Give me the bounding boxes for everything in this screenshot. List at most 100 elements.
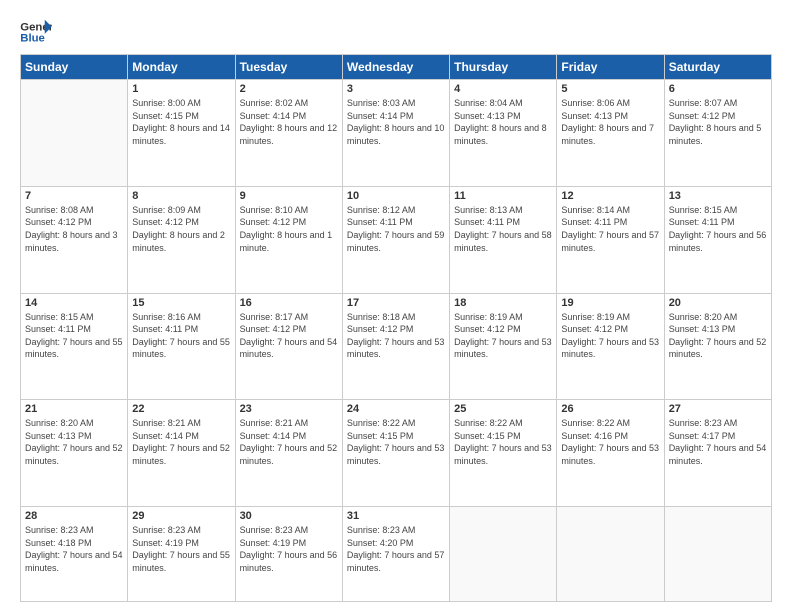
day-info: Sunrise: 8:17 AMSunset: 4:12 PMDaylight:… — [240, 311, 338, 361]
day-number: 9 — [240, 190, 338, 202]
day-number: 18 — [454, 297, 552, 309]
day-number: 22 — [132, 403, 230, 415]
day-number: 16 — [240, 297, 338, 309]
day-info: Sunrise: 8:15 AMSunset: 4:11 PMDaylight:… — [25, 311, 123, 361]
svg-text:Blue: Blue — [20, 33, 45, 45]
day-info: Sunrise: 8:23 AMSunset: 4:20 PMDaylight:… — [347, 524, 445, 574]
day-info: Sunrise: 8:08 AMSunset: 4:12 PMDaylight:… — [25, 204, 123, 254]
weekday-header-wednesday: Wednesday — [342, 55, 449, 80]
logo-icon: General Blue — [20, 18, 52, 46]
day-number: 6 — [669, 83, 767, 95]
day-cell: 31 Sunrise: 8:23 AMSunset: 4:20 PMDayligh… — [342, 507, 449, 602]
day-number: 28 — [25, 510, 123, 522]
day-cell: 11 Sunrise: 8:13 AMSunset: 4:11 PMDayligh… — [450, 186, 557, 293]
day-info: Sunrise: 8:03 AMSunset: 4:14 PMDaylight:… — [347, 97, 445, 147]
week-row-3: 21 Sunrise: 8:20 AMSunset: 4:13 PMDayligh… — [21, 400, 772, 507]
day-info: Sunrise: 8:23 AMSunset: 4:18 PMDaylight:… — [25, 524, 123, 574]
day-number: 13 — [669, 190, 767, 202]
day-number: 11 — [454, 190, 552, 202]
day-cell: 29 Sunrise: 8:23 AMSunset: 4:19 PMDayligh… — [128, 507, 235, 602]
weekday-header-saturday: Saturday — [664, 55, 771, 80]
day-number: 14 — [25, 297, 123, 309]
day-number: 29 — [132, 510, 230, 522]
day-info: Sunrise: 8:19 AMSunset: 4:12 PMDaylight:… — [561, 311, 659, 361]
day-info: Sunrise: 8:20 AMSunset: 4:13 PMDaylight:… — [669, 311, 767, 361]
day-info: Sunrise: 8:06 AMSunset: 4:13 PMDaylight:… — [561, 97, 659, 147]
day-number: 19 — [561, 297, 659, 309]
day-info: Sunrise: 8:10 AMSunset: 4:12 PMDaylight:… — [240, 204, 338, 254]
day-number: 17 — [347, 297, 445, 309]
day-info: Sunrise: 8:02 AMSunset: 4:14 PMDaylight:… — [240, 97, 338, 147]
day-info: Sunrise: 8:13 AMSunset: 4:11 PMDaylight:… — [454, 204, 552, 254]
day-number: 23 — [240, 403, 338, 415]
day-number: 30 — [240, 510, 338, 522]
day-info: Sunrise: 8:18 AMSunset: 4:12 PMDaylight:… — [347, 311, 445, 361]
day-info: Sunrise: 8:21 AMSunset: 4:14 PMDaylight:… — [240, 417, 338, 467]
weekday-header-row: SundayMondayTuesdayWednesdayThursdayFrid… — [21, 55, 772, 80]
day-cell: 20 Sunrise: 8:20 AMSunset: 4:13 PMDayligh… — [664, 293, 771, 400]
day-number: 25 — [454, 403, 552, 415]
day-number: 20 — [669, 297, 767, 309]
day-cell: 26Sunrise: 8:22 AMSunset: 4:16 PMDayligh… — [557, 400, 664, 507]
calendar: SundayMondayTuesdayWednesdayThursdayFrid… — [20, 54, 772, 602]
day-number: 8 — [132, 190, 230, 202]
day-cell: 22 Sunrise: 8:21 AMSunset: 4:14 PMDayligh… — [128, 400, 235, 507]
day-number: 5 — [561, 83, 659, 95]
day-cell — [664, 507, 771, 602]
week-row-4: 28 Sunrise: 8:23 AMSunset: 4:18 PMDayligh… — [21, 507, 772, 602]
day-cell — [21, 80, 128, 187]
weekday-header-sunday: Sunday — [21, 55, 128, 80]
day-info: Sunrise: 8:07 AMSunset: 4:12 PMDaylight:… — [669, 97, 767, 147]
day-number: 4 — [454, 83, 552, 95]
day-number: 31 — [347, 510, 445, 522]
day-info: Sunrise: 8:23 AMSunset: 4:17 PMDaylight:… — [669, 417, 767, 467]
day-cell: 5 Sunrise: 8:06 AMSunset: 4:13 PMDaylight… — [557, 80, 664, 187]
day-number: 2 — [240, 83, 338, 95]
weekday-header-friday: Friday — [557, 55, 664, 80]
day-cell: 1 Sunrise: 8:00 AMSunset: 4:15 PMDaylight… — [128, 80, 235, 187]
day-cell: 27 Sunrise: 8:23 AMSunset: 4:17 PMDayligh… — [664, 400, 771, 507]
week-row-2: 14 Sunrise: 8:15 AMSunset: 4:11 PMDayligh… — [21, 293, 772, 400]
weekday-header-tuesday: Tuesday — [235, 55, 342, 80]
day-cell: 24Sunrise: 8:22 AMSunset: 4:15 PMDayligh… — [342, 400, 449, 507]
day-number: 26 — [561, 403, 659, 415]
day-cell — [450, 507, 557, 602]
day-info: Sunrise: 8:22 AMSunset: 4:15 PMDaylight:… — [454, 417, 552, 467]
day-cell: 28 Sunrise: 8:23 AMSunset: 4:18 PMDayligh… — [21, 507, 128, 602]
day-cell: 2 Sunrise: 8:02 AMSunset: 4:14 PMDaylight… — [235, 80, 342, 187]
day-info: Sunrise: 8:23 AMSunset: 4:19 PMDaylight:… — [132, 524, 230, 574]
day-cell: 16 Sunrise: 8:17 AMSunset: 4:12 PMDayligh… — [235, 293, 342, 400]
day-cell: 9 Sunrise: 8:10 AMSunset: 4:12 PMDaylight… — [235, 186, 342, 293]
day-number: 21 — [25, 403, 123, 415]
day-cell: 17 Sunrise: 8:18 AMSunset: 4:12 PMDayligh… — [342, 293, 449, 400]
day-info: Sunrise: 8:20 AMSunset: 4:13 PMDaylight:… — [25, 417, 123, 467]
day-cell: 12Sunrise: 8:14 AMSunset: 4:11 PMDayligh… — [557, 186, 664, 293]
day-cell: 30 Sunrise: 8:23 AMSunset: 4:19 PMDayligh… — [235, 507, 342, 602]
day-info: Sunrise: 8:00 AMSunset: 4:15 PMDaylight:… — [132, 97, 230, 147]
day-cell: 8Sunrise: 8:09 AMSunset: 4:12 PMDaylight… — [128, 186, 235, 293]
day-cell: 15Sunrise: 8:16 AMSunset: 4:11 PMDayligh… — [128, 293, 235, 400]
day-number: 12 — [561, 190, 659, 202]
day-info: Sunrise: 8:23 AMSunset: 4:19 PMDaylight:… — [240, 524, 338, 574]
day-cell: 23 Sunrise: 8:21 AMSunset: 4:14 PMDayligh… — [235, 400, 342, 507]
day-info: Sunrise: 8:16 AMSunset: 4:11 PMDaylight:… — [132, 311, 230, 361]
day-info: Sunrise: 8:15 AMSunset: 4:11 PMDaylight:… — [669, 204, 767, 254]
day-cell: 10 Sunrise: 8:12 AMSunset: 4:11 PMDayligh… — [342, 186, 449, 293]
day-cell: 21 Sunrise: 8:20 AMSunset: 4:13 PMDayligh… — [21, 400, 128, 507]
day-cell: 4 Sunrise: 8:04 AMSunset: 4:13 PMDaylight… — [450, 80, 557, 187]
day-number: 10 — [347, 190, 445, 202]
day-number: 1 — [132, 83, 230, 95]
day-number: 27 — [669, 403, 767, 415]
day-cell: 18 Sunrise: 8:19 AMSunset: 4:12 PMDayligh… — [450, 293, 557, 400]
day-number: 7 — [25, 190, 123, 202]
day-cell — [557, 507, 664, 602]
day-info: Sunrise: 8:04 AMSunset: 4:13 PMDaylight:… — [454, 97, 552, 147]
weekday-header-monday: Monday — [128, 55, 235, 80]
day-info: Sunrise: 8:21 AMSunset: 4:14 PMDaylight:… — [132, 417, 230, 467]
day-info: Sunrise: 8:19 AMSunset: 4:12 PMDaylight:… — [454, 311, 552, 361]
day-info: Sunrise: 8:12 AMSunset: 4:11 PMDaylight:… — [347, 204, 445, 254]
day-cell: 25 Sunrise: 8:22 AMSunset: 4:15 PMDayligh… — [450, 400, 557, 507]
week-row-0: 1 Sunrise: 8:00 AMSunset: 4:15 PMDaylight… — [21, 80, 772, 187]
day-number: 24 — [347, 403, 445, 415]
day-cell: 6 Sunrise: 8:07 AMSunset: 4:12 PMDaylight… — [664, 80, 771, 187]
